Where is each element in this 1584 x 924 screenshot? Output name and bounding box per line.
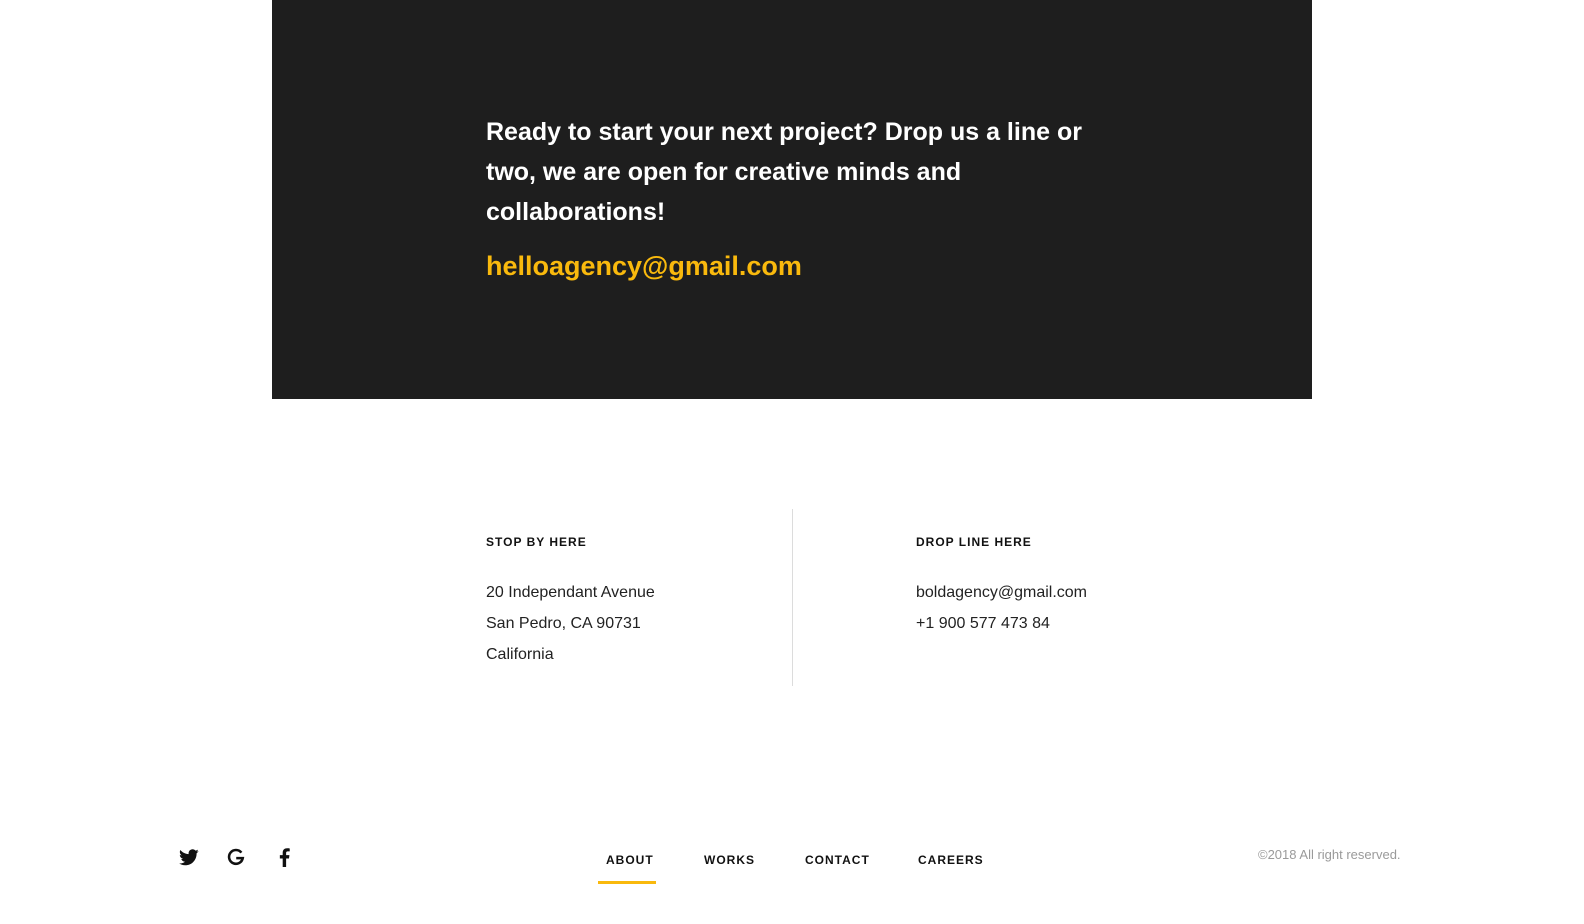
stop-by-heading: STOP BY HERE (486, 535, 587, 549)
column-divider (792, 509, 793, 686)
contact-block: boldagency@gmail.com +1 900 577 473 84 (916, 577, 1087, 639)
google-icon[interactable] (224, 845, 248, 869)
contact-email[interactable]: boldagency@gmail.com (916, 577, 1087, 608)
drop-line-heading: DROP LINE HERE (916, 535, 1032, 549)
facebook-icon[interactable] (272, 845, 296, 869)
nav-contact[interactable]: CONTACT (805, 850, 870, 870)
nav-careers[interactable]: CAREERS (918, 850, 984, 870)
copyright-text: ©2018 All right reserved. (1258, 847, 1401, 862)
cta-section: Ready to start your next project? Drop u… (272, 0, 1312, 399)
page: Ready to start your next project? Drop u… (0, 0, 1584, 924)
twitter-icon[interactable] (177, 845, 201, 869)
address-line: California (486, 646, 554, 663)
nav-works[interactable]: WORKS (704, 850, 755, 870)
cta-email-link[interactable]: helloagency@gmail.com (486, 246, 802, 286)
nav-active-indicator (598, 881, 656, 884)
contact-phone[interactable]: +1 900 577 473 84 (916, 608, 1087, 639)
address-line: 20 Independant Avenue (486, 584, 655, 601)
nav-about[interactable]: ABOUT (606, 850, 654, 870)
address-block: 20 Independant Avenue San Pedro, CA 9073… (486, 577, 655, 670)
address-line: San Pedro, CA 90731 (486, 615, 641, 632)
cta-message: Ready to start your next project? Drop u… (486, 118, 1082, 226)
